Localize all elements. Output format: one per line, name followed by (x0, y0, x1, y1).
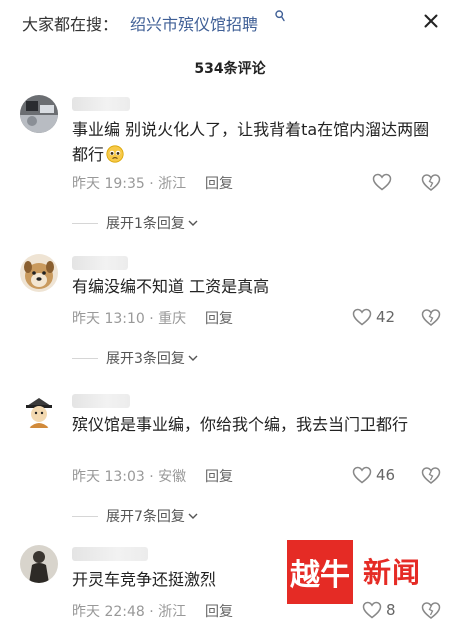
like-button[interactable]: 46 (352, 464, 395, 486)
username-redacted (72, 394, 130, 408)
heart-icon (352, 466, 372, 484)
divider (72, 515, 98, 517)
search-suggestion-link[interactable]: 绍兴市殡仪馆招聘 (130, 11, 258, 35)
dislike-button[interactable] (420, 306, 442, 328)
username-redacted (72, 256, 128, 270)
comment-meta: 昨天 19:35 · 浙江 (72, 176, 187, 192)
username-redacted (72, 97, 130, 111)
avatar[interactable] (20, 392, 58, 430)
comment-text: 有编没编不知道 工资是真高 (72, 277, 270, 296)
comment-text: 殡仪馆是事业编，你给我个编，我去当门卫都行 (72, 415, 409, 434)
dislike-button[interactable] (420, 464, 442, 486)
close-button[interactable] (418, 8, 444, 34)
avatar[interactable] (20, 95, 58, 133)
like-count: 42 (376, 308, 396, 326)
reply-button[interactable]: 回复 (205, 173, 233, 193)
heart-icon (352, 308, 372, 326)
search-suggestion-bar: 大家都在搜： 绍兴市殡仪馆招聘 (0, 0, 460, 44)
comments-panel: 大家都在搜： 绍兴市殡仪馆招聘 534条评论 事业编 别说火化人了，让我背着ta… (0, 0, 460, 620)
chevron-down-icon (188, 220, 198, 226)
comment-count-title: 534条评论 (194, 61, 266, 77)
pleading-face-emoji (106, 145, 124, 163)
news-watermark-logo: 越牛 新闻 (287, 540, 447, 604)
expand-replies-button[interactable]: 展开3条回复 (72, 348, 199, 368)
divider (72, 222, 98, 224)
dislike-button[interactable] (420, 171, 442, 193)
avatar[interactable] (20, 254, 58, 292)
close-icon (424, 14, 438, 28)
reply-button[interactable]: 回复 (205, 308, 233, 328)
comment-meta: 昨天 13:03 · 安徽 (72, 469, 187, 485)
reply-button[interactable]: 回复 (205, 466, 233, 486)
like-count: 46 (376, 466, 396, 484)
expand-replies-button[interactable]: 展开1条回复 (72, 213, 199, 233)
comment-meta: 昨天 13:10 · 重庆 (72, 311, 187, 327)
comment-text: 事业编 别说火化人了，让我背着ta在馆内溜达两圈都行 (72, 120, 430, 164)
reply-button[interactable]: 回复 (205, 601, 233, 620)
logo-text: 新闻 (363, 556, 422, 589)
username-redacted (72, 547, 148, 561)
search-icon[interactable] (275, 10, 285, 22)
chevron-down-icon (188, 355, 198, 361)
comment-meta: 昨天 22:48 · 浙江 (72, 604, 187, 620)
like-button[interactable]: 42 (352, 306, 395, 328)
heart-icon (372, 173, 392, 191)
like-button[interactable] (372, 171, 396, 193)
expand-replies-button[interactable]: 展开7条回复 (72, 506, 199, 526)
chevron-down-icon (188, 513, 198, 519)
logo-mark: 越牛 (287, 540, 353, 604)
search-suggestion-prefix: 大家都在搜： (22, 15, 119, 34)
divider (72, 357, 98, 359)
avatar[interactable] (20, 545, 58, 583)
